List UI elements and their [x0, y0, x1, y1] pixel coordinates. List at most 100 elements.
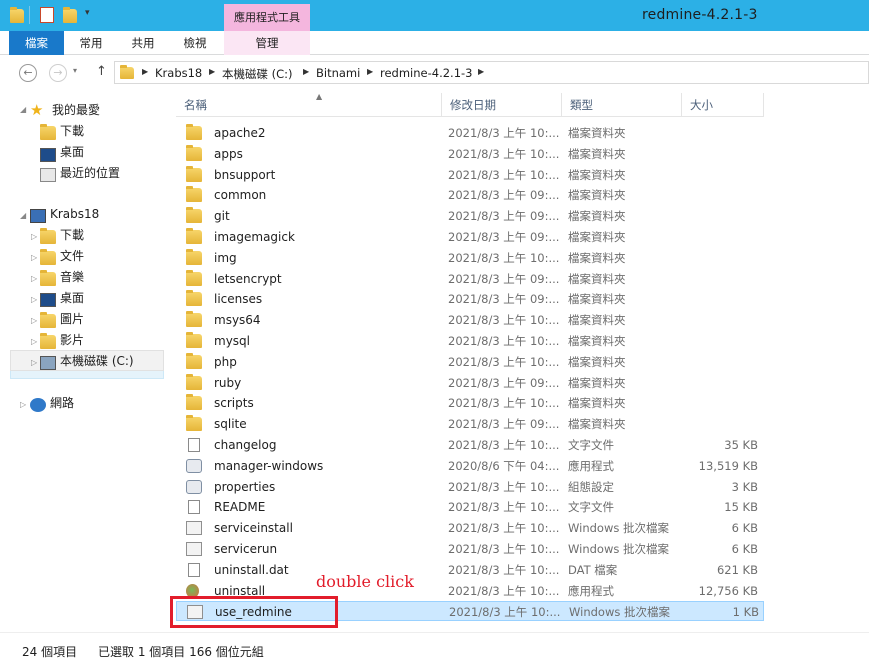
- folder-icon: [186, 311, 202, 328]
- tree-fav-downloads[interactable]: 下載: [60, 121, 84, 142]
- file-row[interactable]: mysql 2021/8/3 上午 10:... 檔案資料夾: [176, 331, 764, 351]
- forward-arrow-icon[interactable]: →: [49, 64, 67, 82]
- tree-local-disk[interactable]: 本機磁碟 (C:): [60, 351, 134, 372]
- file-row[interactable]: sqlite 2021/8/3 上午 09:... 檔案資料夾: [176, 414, 764, 434]
- new-folder-icon[interactable]: [63, 7, 77, 23]
- file-type: 組態設定: [568, 479, 614, 494]
- file-type: Windows 批次檔案: [568, 542, 669, 556]
- file-row[interactable]: servicerun 2021/8/3 上午 10:... Windows 批次檔案…: [176, 539, 764, 559]
- file-row[interactable]: php 2021/8/3 上午 10:... 檔案資料夾: [176, 352, 764, 372]
- collapse-arrow-icon[interactable]: ◢: [20, 105, 26, 114]
- chevron-right-icon[interactable]: ▶: [303, 67, 309, 76]
- file-row[interactable]: apps 2021/8/3 上午 10:... 檔案資料夾: [176, 144, 764, 164]
- chevron-right-icon[interactable]: ▶: [367, 67, 373, 76]
- file-row[interactable]: img 2021/8/3 上午 10:... 檔案資料夾: [176, 248, 764, 268]
- expand-arrow-icon[interactable]: ▷: [31, 253, 37, 262]
- column-name[interactable]: 名稱: [176, 93, 442, 117]
- file-name: uninstall.dat: [214, 562, 289, 577]
- expand-arrow-icon[interactable]: ▷: [20, 400, 26, 409]
- file-row[interactable]: manager-windows 2020/8/6 下午 04:... 應用程式 13,…: [176, 456, 764, 476]
- tree-videos[interactable]: 影片: [60, 330, 84, 351]
- tree-documents[interactable]: 文件: [60, 246, 84, 267]
- file-row[interactable]: letsencrypt 2021/8/3 上午 09:... 檔案資料夾: [176, 269, 764, 289]
- expand-arrow-icon[interactable]: ▷: [31, 232, 37, 241]
- column-type[interactable]: 類型: [562, 93, 682, 117]
- chevron-right-icon[interactable]: ▶: [142, 67, 148, 76]
- file-date: 2021/8/3 上午 09:...: [448, 271, 560, 286]
- tree-favorites[interactable]: 我的最愛: [52, 100, 100, 121]
- column-date[interactable]: 修改日期: [442, 93, 562, 117]
- tab-share[interactable]: 共用: [122, 31, 164, 55]
- file-row[interactable]: licenses 2021/8/3 上午 09:... 檔案資料夾: [176, 289, 764, 309]
- file-type: 檔案資料夾: [568, 417, 626, 432]
- file-type: Windows 批次檔案: [568, 521, 669, 536]
- chevron-right-icon[interactable]: ▶: [209, 67, 215, 76]
- file-type: 檔案資料夾: [568, 250, 626, 265]
- column-size[interactable]: 大小: [682, 93, 764, 117]
- file-type: 檔案資料夾: [568, 146, 626, 161]
- batch-file-icon: [186, 521, 202, 536]
- customize-toolbar-icon[interactable]: ▾: [85, 8, 90, 18]
- breadcrumb-item[interactable]: Bitnami: [316, 66, 360, 80]
- tab-view[interactable]: 檢視: [174, 31, 216, 55]
- file-type: 檔案資料夾: [568, 375, 626, 390]
- breadcrumb-item[interactable]: Krabs18: [155, 66, 202, 80]
- file-date: 2021/8/3 上午 10:...: [448, 583, 560, 598]
- file-row[interactable]: uninstall.dat 2021/8/3 上午 10:... DAT 檔案 621…: [176, 560, 764, 580]
- folder-icon: [186, 207, 202, 224]
- expand-arrow-icon[interactable]: ▷: [31, 295, 37, 304]
- file-date: 2021/8/3 上午 10:...: [448, 542, 560, 556]
- up-arrow-icon[interactable]: ↑: [96, 64, 107, 79]
- file-name: manager-windows: [214, 458, 324, 473]
- expand-arrow-icon[interactable]: ▷: [31, 316, 37, 325]
- collapse-arrow-icon[interactable]: ◢: [20, 211, 26, 220]
- file-size: 621 KB: [716, 562, 758, 577]
- file-row[interactable]: imagemagick 2021/8/3 上午 09:... 檔案資料夾: [176, 227, 764, 247]
- file-type: 檔案資料夾: [568, 396, 626, 411]
- file-row[interactable]: README 2021/8/3 上午 10:... 文字文件 15 KB: [176, 497, 764, 517]
- file-row[interactable]: scripts 2021/8/3 上午 10:... 檔案資料夾: [176, 393, 764, 413]
- tree-fav-recent[interactable]: 最近的位置: [60, 163, 120, 184]
- file-row[interactable]: serviceinstall 2021/8/3 上午 10:... Windows …: [176, 518, 764, 538]
- tab-home[interactable]: 常用: [70, 31, 112, 55]
- file-row[interactable]: bnsupport 2021/8/3 上午 10:... 檔案資料夾: [176, 165, 764, 185]
- network-icon: [30, 398, 46, 412]
- file-name: servicerun: [214, 542, 278, 556]
- tree-fav-desktop[interactable]: 桌面: [60, 142, 84, 163]
- address-bar[interactable]: ▶ Krabs18 ▶ 本機磁碟 (C:) ▶ Bitnami ▶ redmin…: [114, 61, 869, 84]
- tree-downloads[interactable]: 下載: [60, 225, 84, 246]
- tree-network[interactable]: 網路: [50, 393, 74, 414]
- file-row[interactable]: msys64 2021/8/3 上午 10:... 檔案資料夾: [176, 310, 764, 330]
- tab-file[interactable]: 檔案: [9, 31, 64, 55]
- file-row[interactable]: git 2021/8/3 上午 09:... 檔案資料夾: [176, 206, 764, 226]
- tree-pictures[interactable]: 圖片: [60, 309, 84, 330]
- tree-computer[interactable]: Krabs18: [50, 204, 99, 225]
- chevron-right-icon[interactable]: ▶: [478, 67, 484, 76]
- file-name: common: [214, 188, 267, 203]
- file-row[interactable]: ruby 2021/8/3 上午 09:... 檔案資料夾: [176, 373, 764, 393]
- tree-desktop[interactable]: 桌面: [60, 288, 84, 309]
- file-row[interactable]: apache2 2021/8/3 上午 10:... 檔案資料夾: [176, 123, 764, 143]
- expand-arrow-icon[interactable]: ▷: [31, 337, 37, 346]
- status-bar: 24 個項目 已選取 1 個項目 166 個位元組: [0, 632, 869, 666]
- expand-arrow-icon[interactable]: ▷: [31, 358, 37, 367]
- file-date: 2021/8/3 上午 09:...: [448, 209, 560, 224]
- file-row[interactable]: changelog 2021/8/3 上午 10:... 文字文件 35 KB: [176, 435, 764, 455]
- breadcrumb-item[interactable]: 本機磁碟 (C:): [222, 66, 293, 82]
- file-date: 2021/8/3 上午 09:...: [448, 188, 560, 203]
- file-date: 2021/8/3 上午 10:...: [448, 479, 560, 494]
- documents-folder-icon: [40, 249, 56, 265]
- tab-manage[interactable]: 管理: [224, 31, 310, 55]
- back-arrow-icon[interactable]: ←: [19, 64, 37, 82]
- tree-music[interactable]: 音樂: [60, 267, 84, 288]
- properties-icon[interactable]: [40, 7, 54, 23]
- contextual-tab-group: 應用程式工具: [224, 4, 310, 31]
- file-size: 12,756 KB: [698, 583, 758, 598]
- expand-arrow-icon[interactable]: ▷: [31, 274, 37, 283]
- recent-locations-icon[interactable]: ▾: [73, 66, 77, 75]
- file-name: msys64: [214, 313, 261, 328]
- file-row[interactable]: properties 2021/8/3 上午 10:... 組態設定 3 KB: [176, 477, 764, 497]
- file-row[interactable]: common 2021/8/3 上午 09:... 檔案資料夾: [176, 185, 764, 205]
- breadcrumb-item[interactable]: redmine-4.2.1-3: [380, 66, 473, 80]
- music-folder-icon: [40, 270, 56, 286]
